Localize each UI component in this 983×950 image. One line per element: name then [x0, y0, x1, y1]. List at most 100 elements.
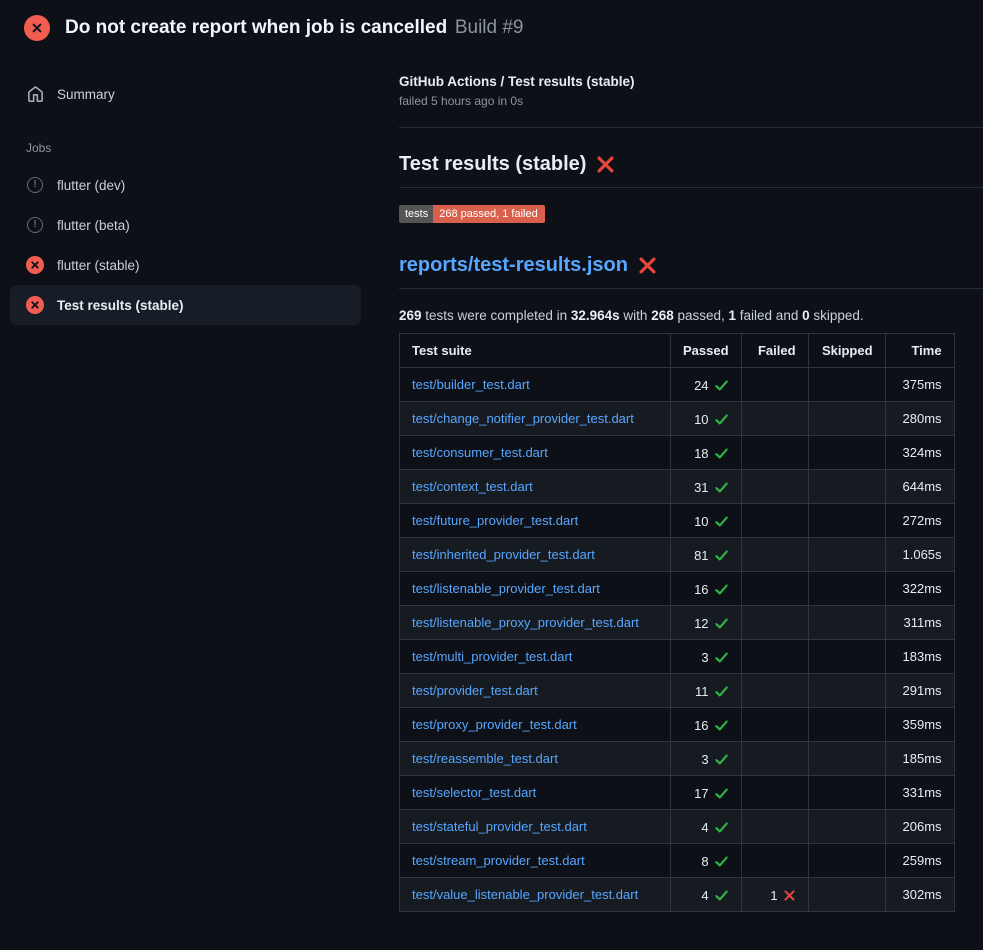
failed-cell [741, 538, 808, 572]
table-row: test/reassemble_test.dart 3 185ms [400, 742, 955, 776]
tests-badge: tests 268 passed, 1 failed [399, 205, 545, 223]
sidebar-item-label: Summary [57, 87, 115, 102]
suite-cell: test/multi_provider_test.dart [400, 640, 671, 674]
x-circle-icon [24, 15, 50, 41]
suite-link[interactable]: test/reassemble_test.dart [412, 751, 558, 766]
cross-mark-icon [596, 155, 615, 174]
suite-cell: test/future_provider_test.dart [400, 504, 671, 538]
skipped-cell [808, 470, 885, 504]
time-cell: 311ms [885, 606, 954, 640]
failed-cell [741, 776, 808, 810]
sidebar-item-job-2[interactable]: flutter (stable) [10, 245, 361, 285]
table-row: test/provider_test.dart 11 291ms [400, 674, 955, 708]
time-cell: 272ms [885, 504, 954, 538]
table-row: test/builder_test.dart24375ms [400, 368, 955, 402]
suite-link[interactable]: test/selector_test.dart [412, 785, 536, 800]
summary-segment: skipped. [810, 308, 864, 323]
time-cell: 644ms [885, 470, 954, 504]
report-file-heading[interactable]: reports/test-results.json [399, 254, 983, 277]
time-cell: 331ms [885, 776, 954, 810]
suite-link[interactable]: test/stream_provider_test.dart [412, 853, 585, 868]
table-row: test/listenable_provider_test.dart16322m… [400, 572, 955, 606]
skipped-cell [808, 572, 885, 606]
report-file-link[interactable]: reports/test-results.json [399, 254, 628, 277]
passed-count: 31 [694, 480, 708, 495]
check-icon [714, 412, 729, 427]
passed-cell: 3 [671, 742, 742, 776]
check-icon [714, 582, 729, 597]
passed-cell: 12 [671, 606, 742, 640]
check-icon [714, 650, 729, 665]
divider [399, 288, 983, 289]
divider [399, 187, 983, 188]
run-status-line: failed 5 hours ago in 0s [399, 94, 983, 108]
passed-count: 81 [694, 548, 708, 563]
suite-link[interactable]: test/multi_provider_test.dart [412, 649, 572, 664]
home-icon [26, 85, 44, 103]
suite-link[interactable]: test/stateful_provider_test.dart [412, 819, 587, 834]
skipped-cell [808, 776, 885, 810]
failed-cell [741, 504, 808, 538]
suite-link[interactable]: test/proxy_provider_test.dart [412, 717, 577, 732]
passed-count: 12 [694, 616, 708, 631]
failed-cell: 1 [741, 878, 808, 912]
suite-link[interactable]: test/value_listenable_provider_test.dart [412, 887, 638, 902]
passed-count: 17 [694, 786, 708, 801]
summary-segment: with [620, 308, 652, 323]
time-cell: 280ms [885, 402, 954, 436]
summary-segment: 268 [651, 308, 674, 323]
jobs-section-label: Jobs [26, 141, 361, 155]
check-icon [714, 514, 729, 529]
suite-link[interactable]: test/provider_test.dart [412, 683, 538, 698]
suite-link[interactable]: test/inherited_provider_test.dart [412, 547, 595, 562]
suite-link[interactable]: test/builder_test.dart [412, 377, 530, 392]
failed-cell [741, 402, 808, 436]
passed-count: 18 [694, 446, 708, 461]
failed-cell [741, 810, 808, 844]
alert-circle-icon: ! [26, 216, 44, 234]
column-header-0: Test suite [400, 334, 671, 368]
skipped-cell [808, 402, 885, 436]
table-row: test/consumer_test.dart18324ms [400, 436, 955, 470]
summary-segment: 1 [729, 308, 737, 323]
suite-link[interactable]: test/context_test.dart [412, 479, 533, 494]
check-icon [714, 752, 729, 767]
suite-link[interactable]: test/change_notifier_provider_test.dart [412, 411, 634, 426]
sidebar-item-job-3[interactable]: Test results (stable) [10, 285, 361, 325]
time-cell: 291ms [885, 674, 954, 708]
time-cell: 185ms [885, 742, 954, 776]
passed-count: 16 [694, 582, 708, 597]
suite-cell: test/selector_test.dart [400, 776, 671, 810]
suite-cell: test/listenable_provider_test.dart [400, 572, 671, 606]
suite-link[interactable]: test/listenable_proxy_provider_test.dart [412, 615, 639, 630]
skipped-cell [808, 674, 885, 708]
summary-segment: 32.964s [571, 308, 620, 323]
passed-count: 8 [701, 854, 708, 869]
passed-cell: 16 [671, 572, 742, 606]
skipped-cell [808, 436, 885, 470]
check-icon [714, 378, 729, 393]
suite-link[interactable]: test/consumer_test.dart [412, 445, 548, 460]
x-circle-icon [26, 296, 44, 314]
sidebar-item-job-0[interactable]: !flutter (dev) [10, 165, 361, 205]
failed-cell [741, 368, 808, 402]
time-cell: 375ms [885, 368, 954, 402]
failed-count: 1 [770, 888, 777, 903]
sidebar-item-job-1[interactable]: !flutter (beta) [10, 205, 361, 245]
check-icon [714, 888, 729, 903]
sidebar-item-summary[interactable]: Summary [10, 74, 361, 114]
suite-link[interactable]: test/listenable_provider_test.dart [412, 581, 600, 596]
skipped-cell [808, 708, 885, 742]
summary-segment: 0 [802, 308, 810, 323]
failed-cell [741, 572, 808, 606]
build-number: Build #9 [455, 17, 524, 38]
failed-cell [741, 640, 808, 674]
badge-value: 268 passed, 1 failed [433, 205, 544, 223]
suite-link[interactable]: test/future_provider_test.dart [412, 513, 578, 528]
failed-cell [741, 470, 808, 504]
suite-cell: test/value_listenable_provider_test.dart [400, 878, 671, 912]
sidebar-item-label: Test results (stable) [57, 298, 184, 313]
jobs-list: !flutter (dev)!flutter (beta)flutter (st… [10, 165, 361, 325]
failed-cell [741, 436, 808, 470]
passed-count: 11 [695, 684, 709, 699]
